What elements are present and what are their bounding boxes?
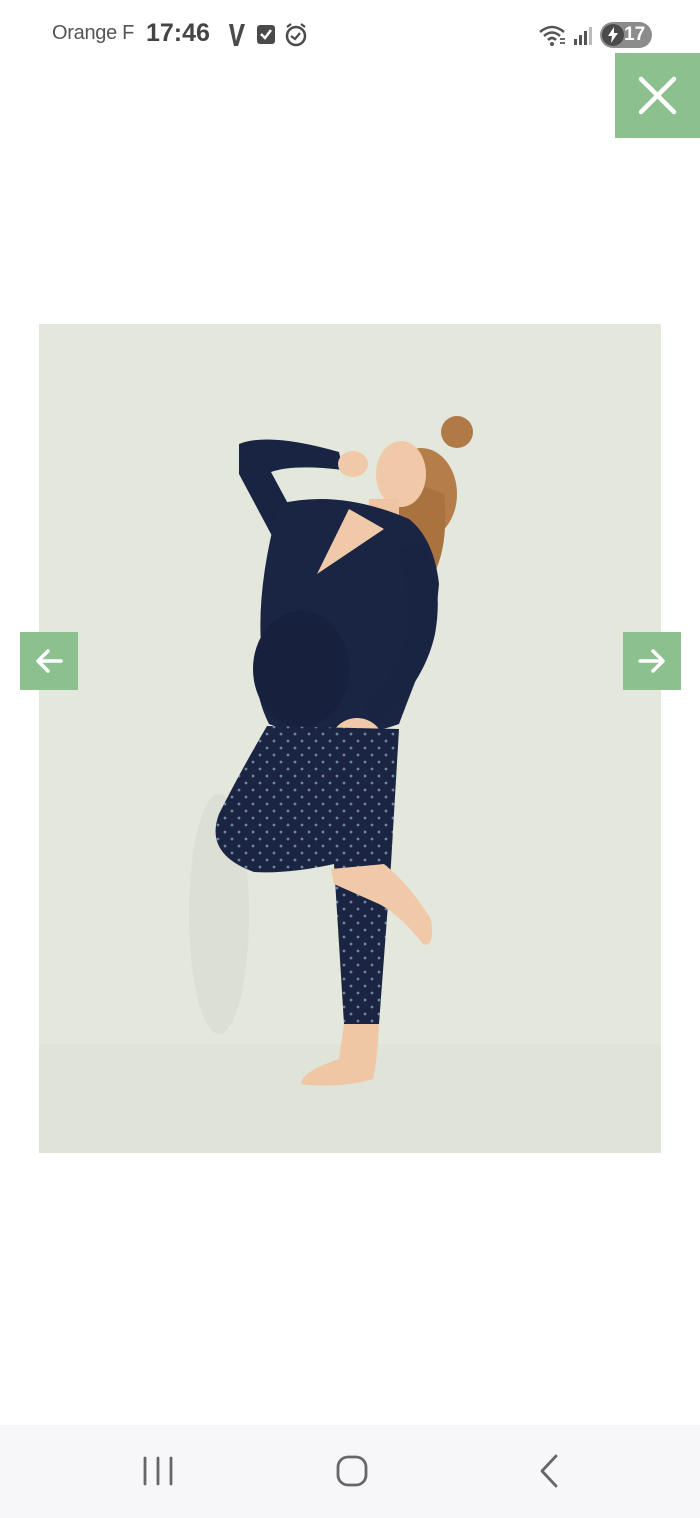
product-photo <box>39 324 661 1153</box>
battery-charging-icon <box>602 24 624 46</box>
close-button[interactable] <box>615 53 700 138</box>
recent-apps-icon[interactable] <box>140 1453 176 1494</box>
check-box-icon <box>256 22 276 51</box>
battery-level: 17 <box>624 24 646 45</box>
next-image-button[interactable] <box>623 632 681 690</box>
carrier-name: Orange F <box>52 22 135 44</box>
wifi-icon <box>538 24 566 53</box>
v-app-icon <box>226 22 248 53</box>
status-bar: Orange F 17:46 17 <box>0 0 700 70</box>
back-icon[interactable] <box>536 1453 564 1494</box>
status-time: 17:46 <box>146 19 210 47</box>
alarm-icon <box>284 22 308 53</box>
system-navigation-bar <box>0 1425 700 1518</box>
home-icon[interactable] <box>334 1453 370 1494</box>
signal-icon <box>572 24 594 51</box>
battery-indicator: 17 <box>600 22 652 48</box>
previous-image-button[interactable] <box>20 632 78 690</box>
